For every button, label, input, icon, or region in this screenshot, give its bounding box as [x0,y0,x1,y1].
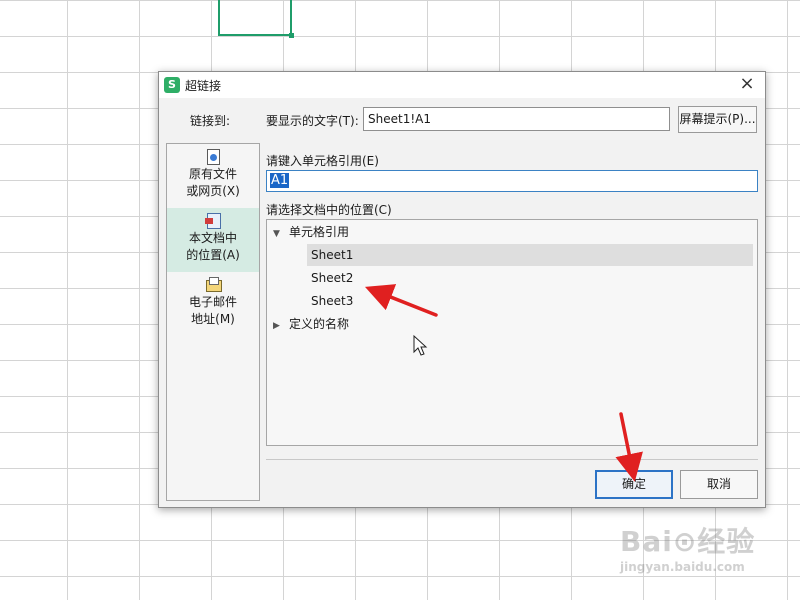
link-target-label-line1: 本文档中 [188,231,237,245]
watermark-url: jingyan.baidu.com [620,560,745,574]
link-to-pane: 原有文件 或网页(X) 本文档中 的位置(A) 电子邮件 地址(M) [166,143,260,501]
link-target-label-line2: 地址(M) [191,312,235,326]
watermark: Bai⊙经验 jingyan.baidu.com [612,520,792,590]
tree-node-defined-names[interactable]: ▶ 定义的名称 [273,313,349,335]
dialog-title: 超链接 [185,79,222,93]
hyperlink-dialog: S 超链接 × 链接到: 要显示的文字(T): Sheet1!A1 屏幕提示(P… [158,71,766,508]
chevron-down-icon[interactable]: ▼ [273,223,289,245]
email-icon [205,277,222,293]
link-to-label: 链接到: [190,114,231,128]
ok-button[interactable]: 确定 [595,470,673,499]
cell-reference-label: 请键入单元格引用(E) [266,154,379,168]
document-location-tree: ▼ 单元格引用 Sheet1 Sheet2 Sheet3 ▶ 定义的名称 [266,219,758,446]
chevron-right-icon[interactable]: ▶ [273,315,289,337]
display-text-input[interactable]: Sheet1!A1 [363,107,670,131]
active-cell-selection[interactable] [218,0,294,38]
close-icon[interactable]: × [737,74,757,94]
link-target-label-line2: 的位置(A) [186,248,240,262]
cancel-button[interactable]: 取消 [680,470,758,499]
link-target-email-address[interactable]: 电子邮件 地址(M) [167,272,259,336]
link-target-label-line1: 原有文件 [188,167,237,181]
dialog-separator [266,459,758,460]
wps-spreadsheet-icon: S [164,77,180,93]
cell-reference-value: A1 [270,173,290,188]
document-place-icon [205,213,221,229]
tree-item-sheet3[interactable]: Sheet3 [307,290,753,312]
location-label: 请选择文档中的位置(C) [266,203,392,217]
tree-item-sheet1[interactable]: Sheet1 [307,244,753,266]
link-target-label-line2: 或网页(X) [186,184,240,198]
display-text-label: 要显示的文字(T): [266,114,359,128]
tree-item-sheet2[interactable]: Sheet2 [307,267,753,289]
document-icon [205,149,221,165]
link-target-label-line1: 电子邮件 [188,295,237,309]
link-target-existing-file[interactable]: 原有文件 或网页(X) [167,144,259,208]
watermark-brand: Bai⊙经验 [620,525,756,558]
link-target-place-in-document[interactable]: 本文档中 的位置(A) [167,208,259,272]
cell-reference-input[interactable]: A1 [266,170,758,192]
tree-node-label: 单元格引用 [289,225,350,239]
dialog-titlebar: S 超链接 × [159,72,765,98]
tree-node-label: 定义的名称 [289,317,350,331]
screen-tip-button[interactable]: 屏幕提示(P)... [678,106,757,133]
tree-node-cell-reference[interactable]: ▼ 单元格引用 [273,221,349,243]
